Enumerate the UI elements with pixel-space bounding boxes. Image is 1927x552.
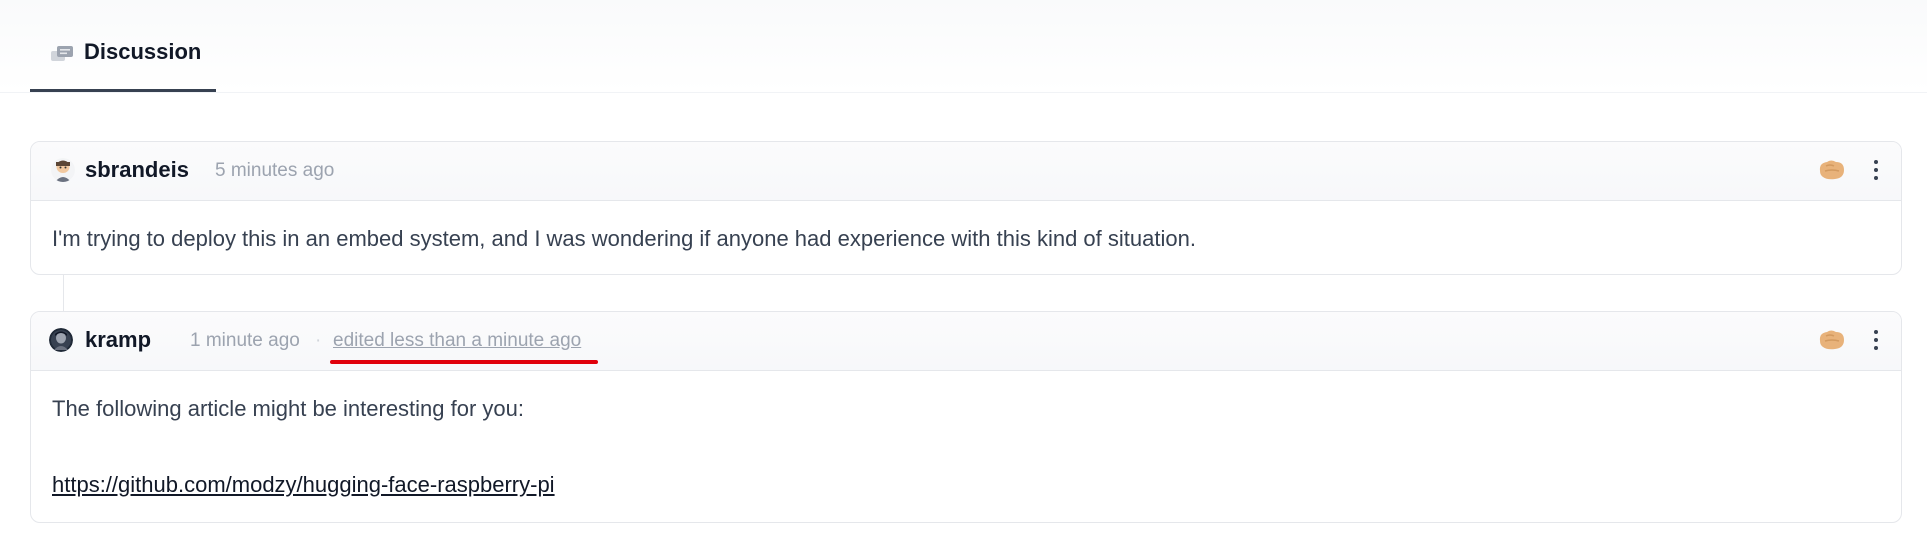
more-options-button[interactable]	[1869, 158, 1883, 182]
comment-header: kramp 1 minute ago · edited less than a …	[31, 312, 1901, 371]
comment-text: The following article might be interesti…	[52, 396, 525, 421]
avatar[interactable]	[51, 158, 75, 182]
comment-author[interactable]: sbrandeis	[85, 156, 189, 184]
comment-body: The following article might be interesti…	[31, 371, 1901, 522]
discussion-page: Discussion sbrandeis 5 minutes ago I'm t…	[0, 0, 1927, 552]
tab-bar: Discussion	[0, 0, 1927, 93]
more-options-button[interactable]	[1869, 328, 1883, 352]
active-tab-indicator	[30, 89, 216, 92]
discussion-icon	[51, 46, 73, 61]
comment-timestamp: 1 minute ago	[190, 330, 300, 351]
kebab-dot	[1874, 160, 1878, 164]
separator-dot: ·	[315, 330, 322, 351]
kebab-dot	[1874, 330, 1878, 334]
thread-connector	[63, 274, 64, 311]
edited-history-link[interactable]: edited less than a minute ago	[333, 328, 581, 354]
comment-timestamp: 5 minutes ago	[215, 160, 335, 181]
tab-discussion-label: Discussion	[84, 39, 202, 64]
comment-author[interactable]: kramp	[85, 326, 151, 354]
tab-discussion[interactable]: Discussion	[30, 34, 216, 92]
comment-text: I'm trying to deploy this in an embed sy…	[52, 226, 1196, 251]
kebab-dot	[1874, 176, 1878, 180]
reaction-icon[interactable]	[1817, 157, 1847, 183]
github-link[interactable]: https://github.com/modzy/hugging-face-ra…	[52, 472, 555, 497]
avatar[interactable]	[49, 328, 73, 352]
reaction-icon[interactable]	[1817, 327, 1847, 353]
comment-card: sbrandeis 5 minutes ago I'm trying to de…	[30, 141, 1902, 275]
kebab-dot	[1874, 168, 1878, 172]
comment-body: I'm trying to deploy this in an embed sy…	[31, 201, 1901, 274]
kebab-dot	[1874, 338, 1878, 342]
comment-header: sbrandeis 5 minutes ago	[31, 142, 1901, 201]
comment-card: kramp 1 minute ago · edited less than a …	[30, 311, 1902, 523]
kebab-dot	[1874, 346, 1878, 350]
annotation-underline	[330, 360, 598, 364]
